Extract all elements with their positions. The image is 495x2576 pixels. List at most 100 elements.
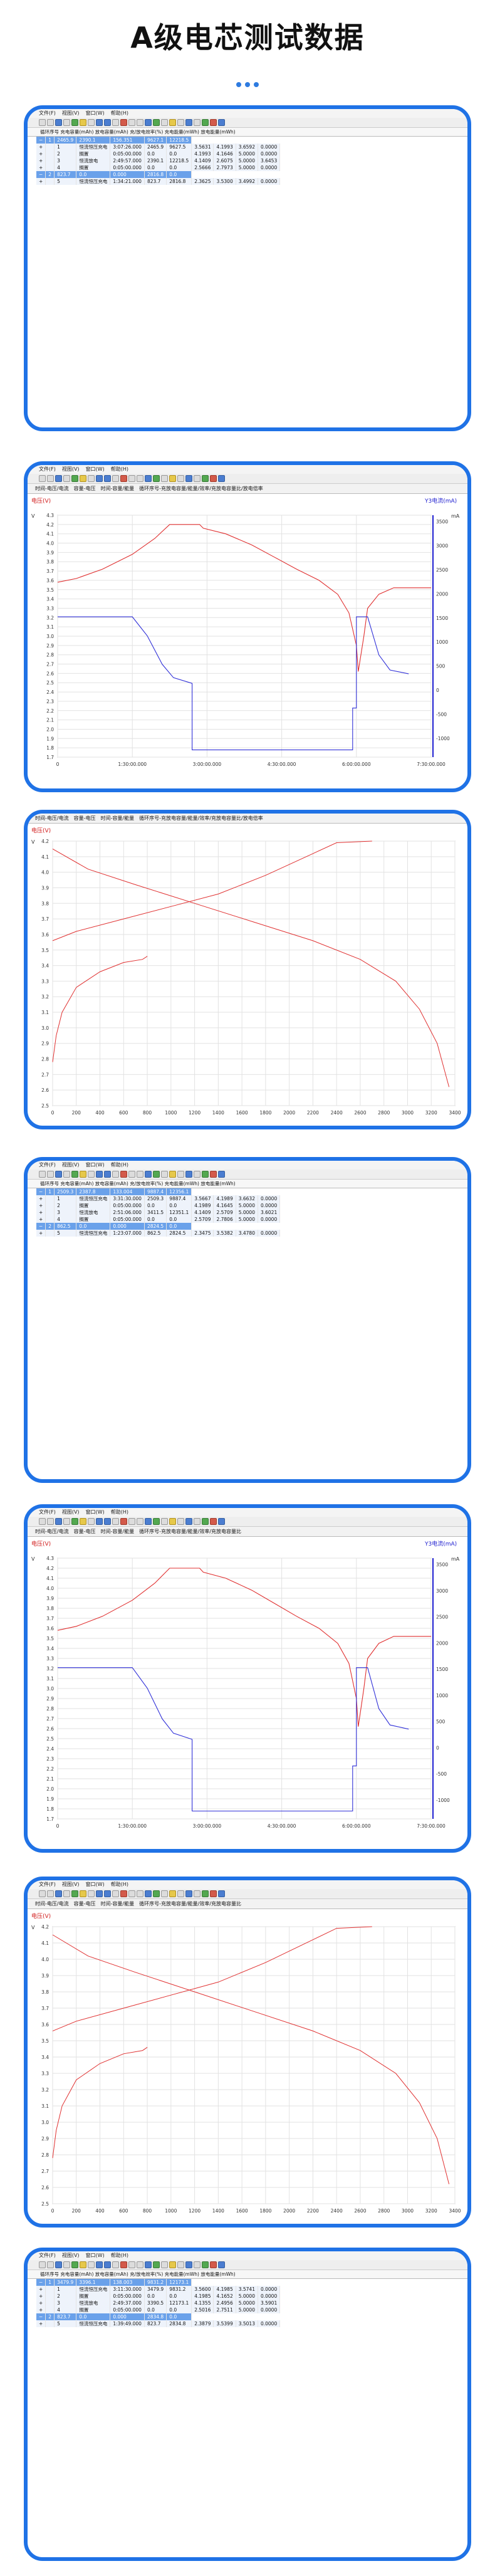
cycle-row[interactable]: −1 2509.3 2387.8 133.004 9887.4 12356.1	[36, 1188, 280, 1195]
tab-time-voltage[interactable]: 时间-电压/电流	[35, 1529, 69, 1534]
step-row[interactable]: +4 搁置 0:05:00.000 0.0 0.0 2.5666 2.7973 5.0000 0…	[36, 164, 281, 171]
toolbar-button[interactable]	[96, 1890, 103, 1897]
toolbar-button[interactable]	[161, 1171, 168, 1178]
toolbar-button[interactable]	[128, 1890, 135, 1897]
toolbar-button[interactable]	[88, 1171, 95, 1178]
toolbar-button[interactable]	[218, 1518, 225, 1525]
toolbar-button[interactable]	[88, 475, 95, 482]
expand-toggle[interactable]: +	[36, 1216, 46, 1223]
toolbar-button[interactable]	[120, 119, 127, 126]
toolbar-button[interactable]	[55, 1518, 62, 1525]
toolbar-button[interactable]	[185, 1518, 192, 1525]
toolbar-button[interactable]	[194, 119, 201, 126]
toolbar-button[interactable]	[145, 1171, 152, 1178]
toolbar-button[interactable]	[185, 1171, 192, 1178]
toolbar-button[interactable]	[47, 119, 54, 126]
toolbar-button[interactable]	[47, 1171, 54, 1178]
toolbar-button[interactable]	[88, 1518, 95, 1525]
cycle-row[interactable]: −2 823.7 0.0 0.000 2816.8 0.0	[36, 171, 280, 178]
menu-window[interactable]: 窗口(W)	[86, 466, 105, 472]
toolbar-button[interactable]	[185, 1890, 192, 1897]
menu-window[interactable]: 窗口(W)	[86, 2253, 105, 2258]
expand-toggle[interactable]: +	[36, 164, 46, 171]
menu-help[interactable]: 帮助(H)	[111, 1882, 128, 1887]
expand-toggle[interactable]: +	[36, 1202, 46, 1209]
step-row[interactable]: +3 恒流放电 2:49:57.000 2390.1 12218.5 4.1409 2.60…	[36, 157, 281, 164]
toolbar-button[interactable]	[104, 1890, 111, 1897]
cycle-row[interactable]: −1 2465.9 2390.1 156.351 9627.1 12218.5	[36, 137, 280, 144]
toolbar-button[interactable]	[210, 1890, 217, 1897]
menu-help[interactable]: 帮助(H)	[111, 2253, 128, 2258]
tab-cap-voltage[interactable]: 容量-电压	[74, 815, 96, 821]
expand-toggle[interactable]: −	[36, 2279, 46, 2286]
toolbar-button[interactable]	[104, 1171, 111, 1178]
toolbar-button[interactable]	[80, 1890, 86, 1897]
menu-window[interactable]: 窗口(W)	[86, 110, 105, 116]
expand-toggle[interactable]: +	[36, 1195, 46, 1202]
toolbar-button[interactable]	[71, 475, 78, 482]
toolbar-button[interactable]	[185, 475, 192, 482]
toolbar-button[interactable]	[80, 1171, 86, 1178]
expand-toggle[interactable]: −	[36, 1188, 46, 1195]
toolbar-button[interactable]	[120, 475, 127, 482]
toolbar-button[interactable]	[137, 119, 143, 126]
step-row[interactable]: +4 搁置 0:05:00.000 0.0 0.0 2.5709 2.7806 5.0000 0…	[36, 1216, 281, 1223]
expand-toggle[interactable]: +	[36, 144, 46, 150]
toolbar-button[interactable]	[153, 475, 160, 482]
toolbar-button[interactable]	[71, 119, 78, 126]
toolbar-button[interactable]	[104, 1518, 111, 1525]
tab-cycle[interactable]: 循环序号-充放电容量/能量/效率/充放电容量比	[139, 1529, 241, 1534]
expand-toggle[interactable]: −	[36, 1223, 46, 1230]
toolbar-button[interactable]	[96, 119, 103, 126]
toolbar-button[interactable]	[112, 1890, 119, 1897]
toolbar-button[interactable]	[161, 1518, 168, 1525]
menu-help[interactable]: 帮助(H)	[111, 1509, 128, 1515]
toolbar-button[interactable]	[202, 1171, 209, 1178]
toolbar-button[interactable]	[194, 475, 201, 482]
toolbar-button[interactable]	[112, 1518, 119, 1525]
toolbar-button[interactable]	[153, 1890, 160, 1897]
expand-toggle[interactable]: +	[36, 2286, 46, 2293]
toolbar-button[interactable]	[137, 1518, 143, 1525]
expand-toggle[interactable]: −	[36, 2313, 46, 2320]
menu-view[interactable]: 视图(V)	[62, 466, 80, 472]
toolbar-button[interactable]	[39, 1518, 46, 1525]
toolbar-button[interactable]	[39, 475, 46, 482]
toolbar-button[interactable]	[80, 119, 86, 126]
menu-view[interactable]: 视图(V)	[62, 1882, 80, 1887]
cycle-row[interactable]: −1 3479.9 3396.1 138.003 9831.2 12173.1	[36, 2279, 280, 2286]
step-row[interactable]: +2 搁置 0:05:00.000 0.0 0.0 4.1985 4.1652 5.0000 0…	[36, 2293, 281, 2300]
toolbar-button[interactable]	[47, 1518, 54, 1525]
toolbar-button[interactable]	[96, 1518, 103, 1525]
expand-toggle[interactable]: +	[36, 1230, 46, 1237]
step-row[interactable]: +5 恒流恒压充电 1:39:49.000 823.7 2834.8 2.3879 3.53…	[36, 2320, 281, 2327]
toolbar-button[interactable]	[120, 1171, 127, 1178]
toolbar-button[interactable]	[128, 1518, 135, 1525]
toolbar-button[interactable]	[137, 2261, 143, 2268]
toolbar-button[interactable]	[112, 119, 119, 126]
toolbar-button[interactable]	[177, 119, 184, 126]
toolbar-button[interactable]	[88, 2261, 95, 2268]
menu-help[interactable]: 帮助(H)	[111, 1162, 128, 1168]
toolbar-button[interactable]	[218, 2261, 225, 2268]
toolbar-button[interactable]	[96, 475, 103, 482]
toolbar-button[interactable]	[88, 1890, 95, 1897]
step-row[interactable]: +1 恒流恒压充电 3:11:30.000 3479.9 9831.2 3.5600 4.1…	[36, 2286, 281, 2293]
toolbar-button[interactable]	[177, 1890, 184, 1897]
toolbar-button[interactable]	[218, 119, 225, 126]
expand-toggle[interactable]: −	[36, 171, 46, 178]
toolbar-button[interactable]	[177, 1518, 184, 1525]
expand-toggle[interactable]: +	[36, 178, 46, 185]
toolbar-button[interactable]	[177, 2261, 184, 2268]
toolbar-button[interactable]	[210, 2261, 217, 2268]
tab-cap-voltage[interactable]: 容量-电压	[74, 1901, 96, 1907]
toolbar-button[interactable]	[145, 475, 152, 482]
toolbar-button[interactable]	[63, 1171, 70, 1178]
toolbar-button[interactable]	[169, 1171, 176, 1178]
toolbar-button[interactable]	[96, 1171, 103, 1178]
toolbar-button[interactable]	[137, 1890, 143, 1897]
step-row[interactable]: +5 恒流恒压充电 1:23:07.000 862.5 2824.5 2.3475 3.53…	[36, 1230, 281, 1237]
toolbar-button[interactable]	[39, 2261, 46, 2268]
toolbar-button[interactable]	[47, 1890, 54, 1897]
toolbar-button[interactable]	[63, 119, 70, 126]
